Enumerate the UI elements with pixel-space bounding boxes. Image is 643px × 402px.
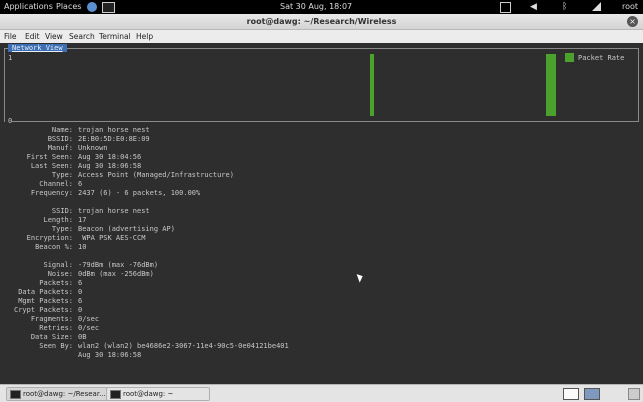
detail-key: Fragments: (30, 315, 73, 323)
close-icon[interactable]: × (627, 16, 638, 27)
taskbar-item-terminal-2[interactable]: root@dawg: ~ (106, 387, 210, 401)
menu-terminal[interactable]: Terminal (99, 30, 131, 43)
taskbar: root@dawg: ~/Resear... root@dawg: ~ (0, 384, 643, 402)
detail-value: 0dBm (max -256dBm) (78, 270, 154, 278)
menu-help[interactable]: Help (136, 30, 153, 43)
bluetooth-icon[interactable]: ᛒ (562, 0, 567, 12)
detail-key: Type: (51, 225, 73, 233)
graph-frame-right (638, 48, 639, 122)
taskbar-item-terminal-1[interactable]: root@dawg: ~/Resear... (6, 387, 110, 401)
detail-value: wlan2 (wlan2) be4686e2-3067-11e4-90c5-0e… (78, 342, 289, 350)
detail-key: Data Packets: (18, 288, 73, 296)
detail-value: 2437 (6) - 6 packets, 100.00% (78, 189, 201, 197)
detail-key: Retries: (39, 324, 73, 332)
detail-value: 17 (78, 216, 87, 224)
detail-value: Beacon (advertising AP) (78, 225, 175, 233)
detail-key: Length: (43, 216, 73, 224)
detail-value: 6 (78, 180, 83, 188)
detail-value: 2E:B0:5D:E0:8E:09 (78, 135, 150, 143)
detail-key: Crypt Packets: (13, 306, 73, 314)
network-icon[interactable] (592, 2, 601, 11)
detail-value: -79dBm (max -76dBm) (78, 261, 159, 269)
detail-key: Encryption: (26, 234, 73, 242)
detail-value: WPA PSK AES-CCM (78, 234, 146, 242)
user-menu[interactable]: root (622, 0, 638, 14)
packet-rate-legend: Packet Rate (578, 54, 625, 62)
window-titlebar[interactable]: root@dawg: ~/Research/Wireless × (0, 14, 643, 30)
terminal-launcher-icon[interactable] (102, 2, 115, 13)
taskbar-item-label: root@dawg: ~/Resear... (23, 390, 106, 398)
detail-value: 0B (78, 333, 87, 341)
detail-value: 6 (78, 297, 83, 305)
detail-value: trojan horse nest (78, 207, 150, 215)
detail-key: Last Seen: (30, 162, 73, 170)
detail-value: 0 (78, 306, 83, 314)
packet-rate-bar (551, 54, 556, 116)
workspace-2[interactable] (584, 388, 600, 400)
clock[interactable]: Sat 30 Aug, 18:07 (280, 0, 352, 14)
graph-frame-top (4, 48, 639, 49)
accessibility-icon[interactable] (500, 2, 511, 13)
detail-key: Noise: (47, 270, 73, 278)
detail-value: 10 (78, 243, 87, 251)
detail-key: Channel: (39, 180, 73, 188)
menu-file[interactable]: File (4, 30, 17, 43)
show-desktop-icon[interactable] (628, 388, 640, 400)
menu-edit[interactable]: Edit (25, 30, 40, 43)
browser-launcher-icon[interactable] (87, 2, 97, 12)
detail-key: Packets: (39, 279, 73, 287)
graph-baseline (12, 121, 639, 122)
detail-value: 0/sec (78, 324, 100, 332)
top-panel: Applications Places Sat 30 Aug, 18:07 ◀ … (0, 0, 643, 14)
detail-value: Aug 30 18:04:56 (78, 153, 142, 161)
detail-key: Signal: (43, 261, 73, 269)
detail-value: 0/sec (78, 315, 100, 323)
detail-key: Manuf: (47, 144, 73, 152)
applications-menu[interactable]: Applications (4, 0, 53, 14)
menu-view[interactable]: View (45, 30, 63, 43)
detail-key: Beacon %: (35, 243, 73, 251)
terminal-icon (10, 390, 21, 399)
menu-search[interactable]: Search (69, 30, 95, 43)
graph-frame-left (4, 48, 5, 122)
packet-rate-legend-swatch (565, 53, 574, 62)
packet-rate-bar (370, 54, 374, 116)
detail-value: trojan horse nest (78, 126, 150, 134)
detail-key: Type: (51, 171, 73, 179)
detail-key: First Seen: (26, 153, 73, 161)
detail-value: Aug 30 18:06:58 (78, 351, 142, 359)
window-title: root@dawg: ~/Research/Wireless (246, 17, 397, 26)
taskbar-item-label: root@dawg: ~ (123, 390, 174, 398)
terminal-icon (110, 390, 121, 399)
detail-key: Mgmt Packets: (18, 297, 73, 305)
menu-bar: File Edit View Search Terminal Help (0, 30, 643, 43)
network-view-tab[interactable]: Network View (8, 44, 67, 52)
workspace-1[interactable] (563, 388, 579, 400)
places-menu[interactable]: Places (56, 0, 81, 14)
terminal-area[interactable]: Network View 1 0 Name: trojan horse nest B… (0, 43, 643, 384)
detail-value: Access Point (Managed/Infrastructure) (78, 171, 234, 179)
graph-y-max-label: 1 (8, 54, 13, 62)
detail-key: SSID: (51, 207, 73, 215)
volume-icon[interactable]: ◀ (530, 0, 537, 12)
detail-key: Data Size: (30, 333, 73, 341)
detail-key: Frequency: (30, 189, 73, 197)
detail-key: BSSID: (47, 135, 73, 143)
detail-key: Name: (51, 126, 73, 134)
detail-key: Seen By: (39, 342, 73, 350)
detail-value: 6 (78, 279, 83, 287)
detail-value: Aug 30 18:06:58 (78, 162, 142, 170)
detail-value: Unknown (78, 144, 108, 152)
detail-value: 0 (78, 288, 83, 296)
